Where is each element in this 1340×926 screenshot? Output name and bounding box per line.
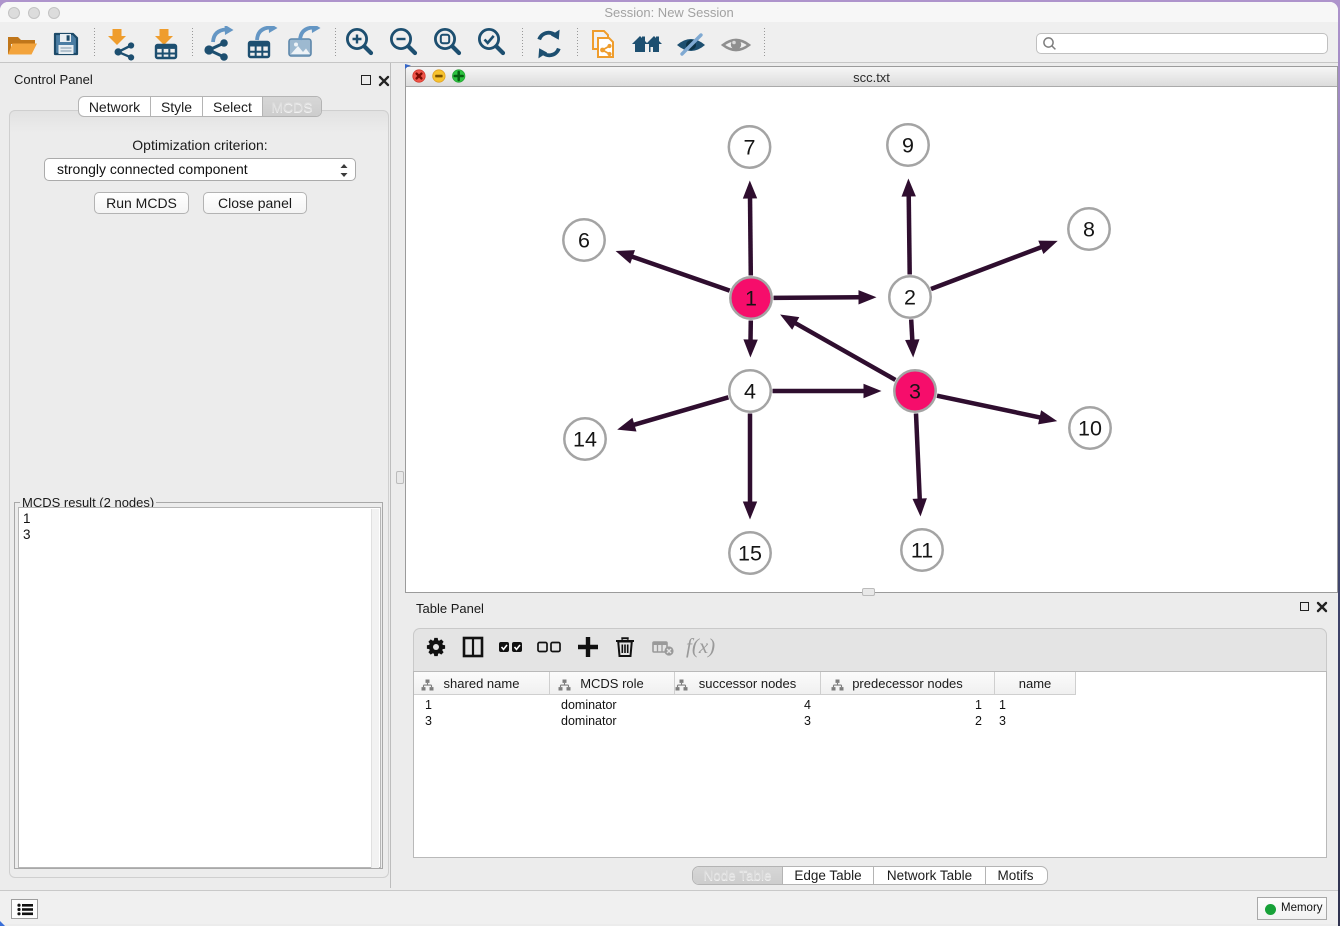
svg-text:9: 9 [902, 134, 914, 158]
svg-text:1: 1 [745, 287, 757, 311]
svg-text:11: 11 [911, 539, 933, 563]
svg-text:6: 6 [578, 229, 590, 253]
svg-text:15: 15 [738, 542, 762, 566]
svg-text:10: 10 [1078, 417, 1102, 441]
svg-text:4: 4 [744, 380, 756, 404]
svg-text:8: 8 [1083, 218, 1095, 242]
svg-text:7: 7 [744, 136, 756, 160]
svg-text:3: 3 [909, 380, 921, 404]
svg-text:14: 14 [573, 428, 597, 452]
svg-text:2: 2 [904, 286, 916, 310]
